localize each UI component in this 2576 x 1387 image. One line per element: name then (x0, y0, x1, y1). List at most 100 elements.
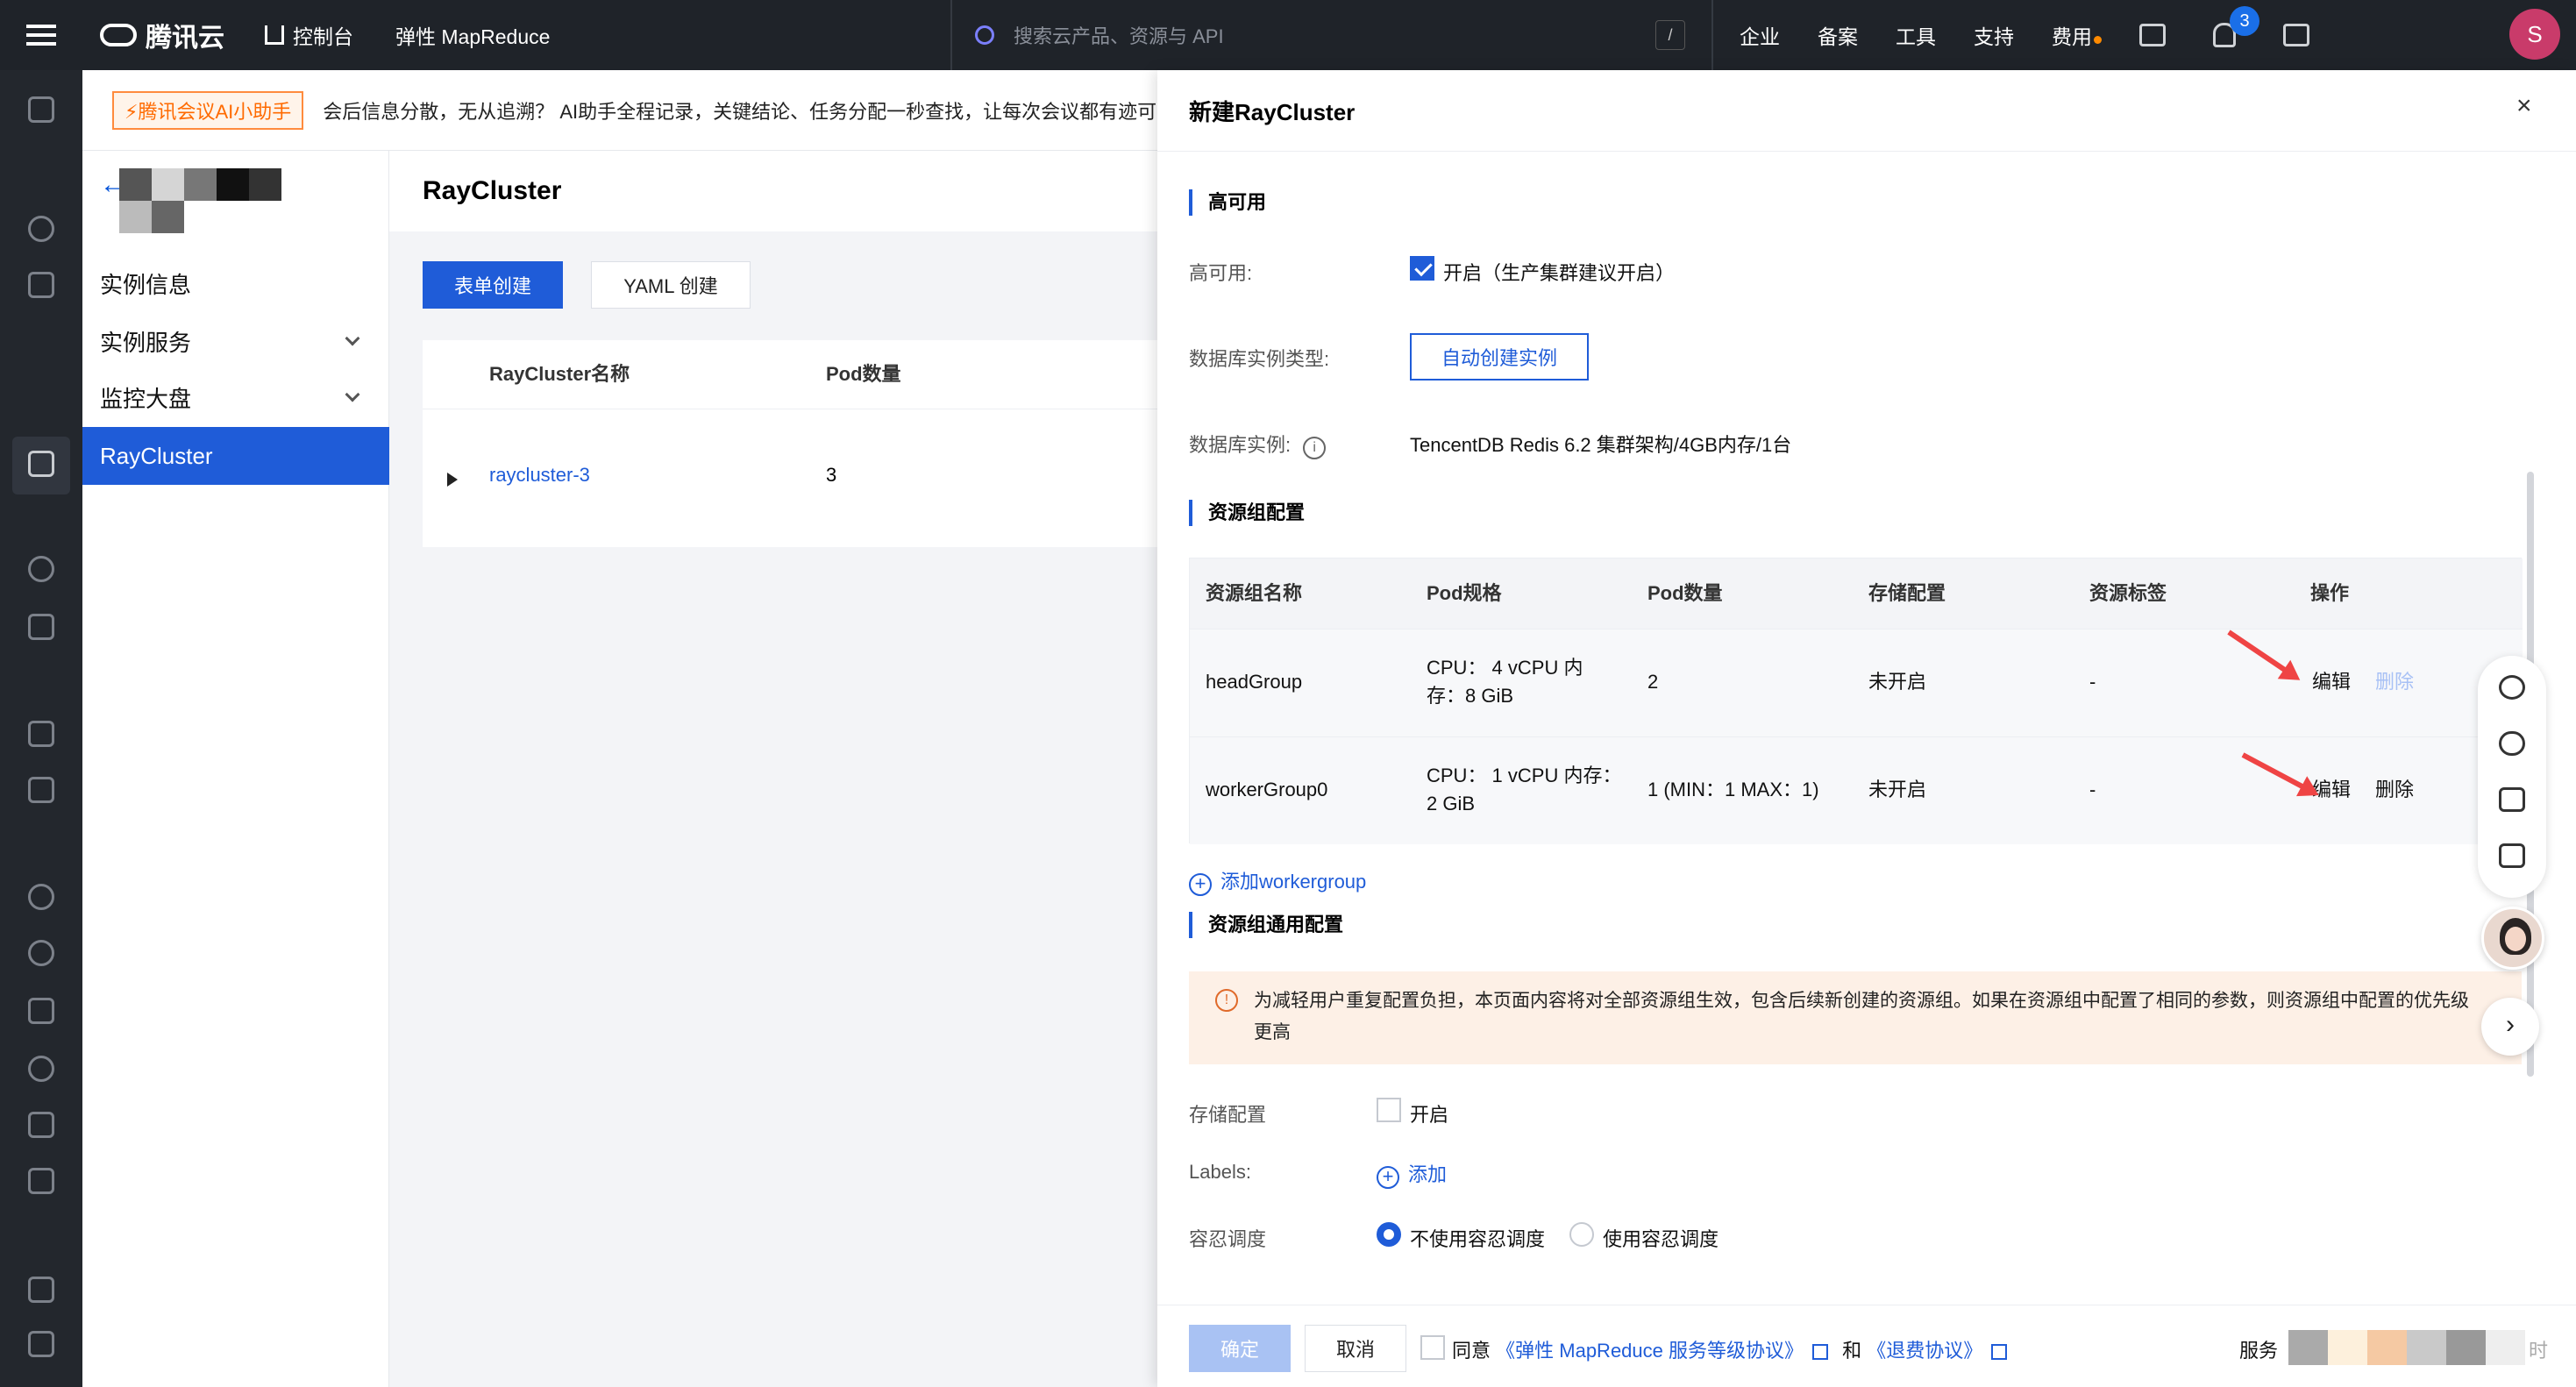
cart-icon[interactable] (2283, 24, 2309, 46)
hexagon-icon[interactable] (28, 1112, 54, 1138)
storage-icon[interactable] (28, 777, 54, 803)
headset-icon[interactable] (2499, 675, 2525, 700)
confirm-button[interactable]: 确定 (1189, 1325, 1291, 1372)
external-link-icon[interactable] (1991, 1344, 2008, 1361)
raycluster-table: RayCluster名称 Pod数量 raycluster-3 3 (423, 340, 1159, 547)
announcement-tag[interactable]: ⚡腾讯会议AI小助手 (112, 90, 304, 130)
main-content: RayCluster 表单创建 YAML 创建 RayCluster名称 Pod… (389, 151, 1159, 1387)
copy-icon[interactable] (28, 272, 54, 298)
feedback-icon[interactable] (2499, 843, 2525, 868)
top-right-links: 企业 备案 工具 支持 费用 3 (1740, 0, 2357, 70)
cube-icon[interactable] (28, 451, 54, 477)
sidebar-item-instance-info[interactable]: 实例信息 (82, 254, 389, 312)
billing-label: 费用 (2052, 25, 2092, 48)
sidebar-item-label: 实例服务 (100, 329, 192, 356)
section-resource-group: 资源组配置 (1189, 500, 1305, 526)
instance-sidebar: ← 实例信息 实例服务 监控大盘 RayCluster (82, 151, 389, 1387)
auto-create-instance-button[interactable]: 自动创建实例 (1410, 333, 1589, 381)
user-icon[interactable] (28, 884, 54, 910)
global-search[interactable]: 搜索云产品、资源与 API / (975, 12, 1685, 58)
column-header-name: RayCluster名称 (489, 363, 630, 385)
table-row: workerGroup0 CPU： 1 vCPU 内存： 2 GiB 1 (MI… (1190, 736, 2523, 844)
delete-worker-group-link[interactable]: 删除 (2375, 776, 2414, 804)
search-input[interactable]: 搜索云产品、资源与 API (1014, 21, 1224, 49)
icp-link[interactable]: 备案 (1818, 20, 1858, 50)
plus-circle-icon: + (1377, 1165, 1399, 1189)
refund-link[interactable]: 《退费协议》 (1867, 1340, 1982, 1362)
sidebar-item-instance-service[interactable]: 实例服务 (82, 312, 389, 370)
toleration-on-radio[interactable] (1569, 1222, 1594, 1247)
resource-labels: - (2089, 671, 2096, 693)
list-icon[interactable] (28, 721, 54, 747)
service-info-redacted (2288, 1330, 2525, 1365)
book-icon[interactable] (2499, 787, 2525, 812)
add-workergroup-link[interactable]: + 添加workergroup (1189, 866, 1366, 896)
mosaic-cell (2407, 1330, 2446, 1365)
emr-icon[interactable] (28, 96, 54, 123)
next-arrow-button[interactable]: › (2481, 998, 2539, 1056)
info-icon[interactable]: i (1303, 437, 1327, 459)
enterprise-link[interactable]: 企业 (1740, 20, 1780, 50)
menu-icon[interactable] (0, 0, 82, 70)
db-instance-label: 数据库实例: (1189, 434, 1292, 456)
dashboard-icon[interactable] (28, 216, 54, 242)
divider (1157, 151, 2576, 152)
section-common-config: 资源组通用配置 (1189, 912, 1343, 938)
assistant-avatar[interactable] (2481, 907, 2544, 970)
ai-icon[interactable] (28, 1277, 54, 1303)
mosaic-cell (184, 168, 217, 201)
console-link[interactable]: 控制台 (265, 20, 353, 50)
yaml-create-button[interactable]: YAML 创建 (591, 261, 751, 309)
report-icon[interactable] (28, 998, 54, 1024)
grid-icon[interactable] (28, 1168, 54, 1194)
collapse-icon[interactable] (28, 1331, 54, 1357)
product-link[interactable]: 弹性 MapReduce (395, 20, 550, 50)
monitor-icon[interactable] (28, 940, 54, 966)
language-icon[interactable] (2139, 24, 2166, 46)
sidebar-item-monitoring[interactable]: 监控大盘 (82, 368, 389, 426)
sidebar-item-label: 监控大盘 (100, 385, 192, 412)
sidebar-item-raycluster[interactable]: RayCluster (82, 427, 389, 485)
external-link-icon[interactable] (1812, 1344, 1828, 1361)
bell-icon[interactable]: 3 (2213, 6, 2259, 47)
toleration-off-radio[interactable] (1377, 1222, 1401, 1247)
support-link[interactable]: 支持 (1974, 20, 2014, 50)
tools-link[interactable]: 工具 (1896, 20, 1936, 50)
filter-icon[interactable] (28, 614, 54, 640)
settings-icon[interactable] (28, 1056, 54, 1082)
raycluster-name-link[interactable]: raycluster-3 (489, 464, 590, 487)
pod-count: 3 (826, 464, 837, 486)
mosaic-cell (2367, 1330, 2407, 1365)
avatar[interactable]: S (2509, 9, 2560, 60)
agreement-checkbox[interactable] (1420, 1335, 1445, 1360)
storage-checkbox[interactable] (1377, 1098, 1401, 1122)
chevron-down-icon (345, 331, 360, 346)
close-icon[interactable]: × (2516, 91, 2532, 121)
instance-name-redacted (119, 168, 282, 233)
table-row: headGroup CPU： 4 vCPU 内 存：8 GiB 2 未开启 - … (1190, 629, 2523, 736)
logo-text: 腾讯云 (146, 24, 224, 53)
billing-link[interactable]: 费用 (2052, 20, 2102, 50)
storage-config-label: 存储配置 (1189, 1104, 1267, 1126)
edit-head-group-link[interactable]: 编辑 (2312, 668, 2351, 696)
column-header: 资源组名称 (1206, 582, 1303, 604)
ha-checkbox[interactable] (1410, 256, 1434, 281)
form-create-button[interactable]: 表单创建 (423, 261, 563, 309)
agree-label: 同意 (1452, 1340, 1491, 1362)
and-label: 和 (1842, 1340, 1862, 1362)
labels-label: Labels: (1189, 1161, 1251, 1183)
announcement-text[interactable]: 会后信息分散，无从追溯？ AI助手全程记录，关键结论、任务分配一秒查找，让每次会… (323, 96, 1156, 124)
sla-link[interactable]: 《弹性 MapReduce 服务等级协议》 (1496, 1340, 1804, 1362)
cloud-icon[interactable] (2499, 731, 2525, 756)
service-tail: 时 (2529, 1340, 2549, 1362)
column-header: 存储配置 (1868, 582, 1946, 604)
mosaic-cell (2446, 1330, 2486, 1365)
link-icon[interactable] (28, 556, 54, 582)
column-header: Pod规格 (1427, 582, 1502, 604)
expand-triangle-icon[interactable] (447, 473, 458, 487)
agreement-text: 同意 《弹性 MapReduce 服务等级协议》 和 《退费协议》 (1452, 1335, 2016, 1363)
add-label-link[interactable]: + 添加 (1377, 1159, 1447, 1189)
cancel-button[interactable]: 取消 (1305, 1325, 1406, 1372)
logo[interactable]: 腾讯云 (100, 16, 224, 54)
home-icon (265, 25, 284, 45)
